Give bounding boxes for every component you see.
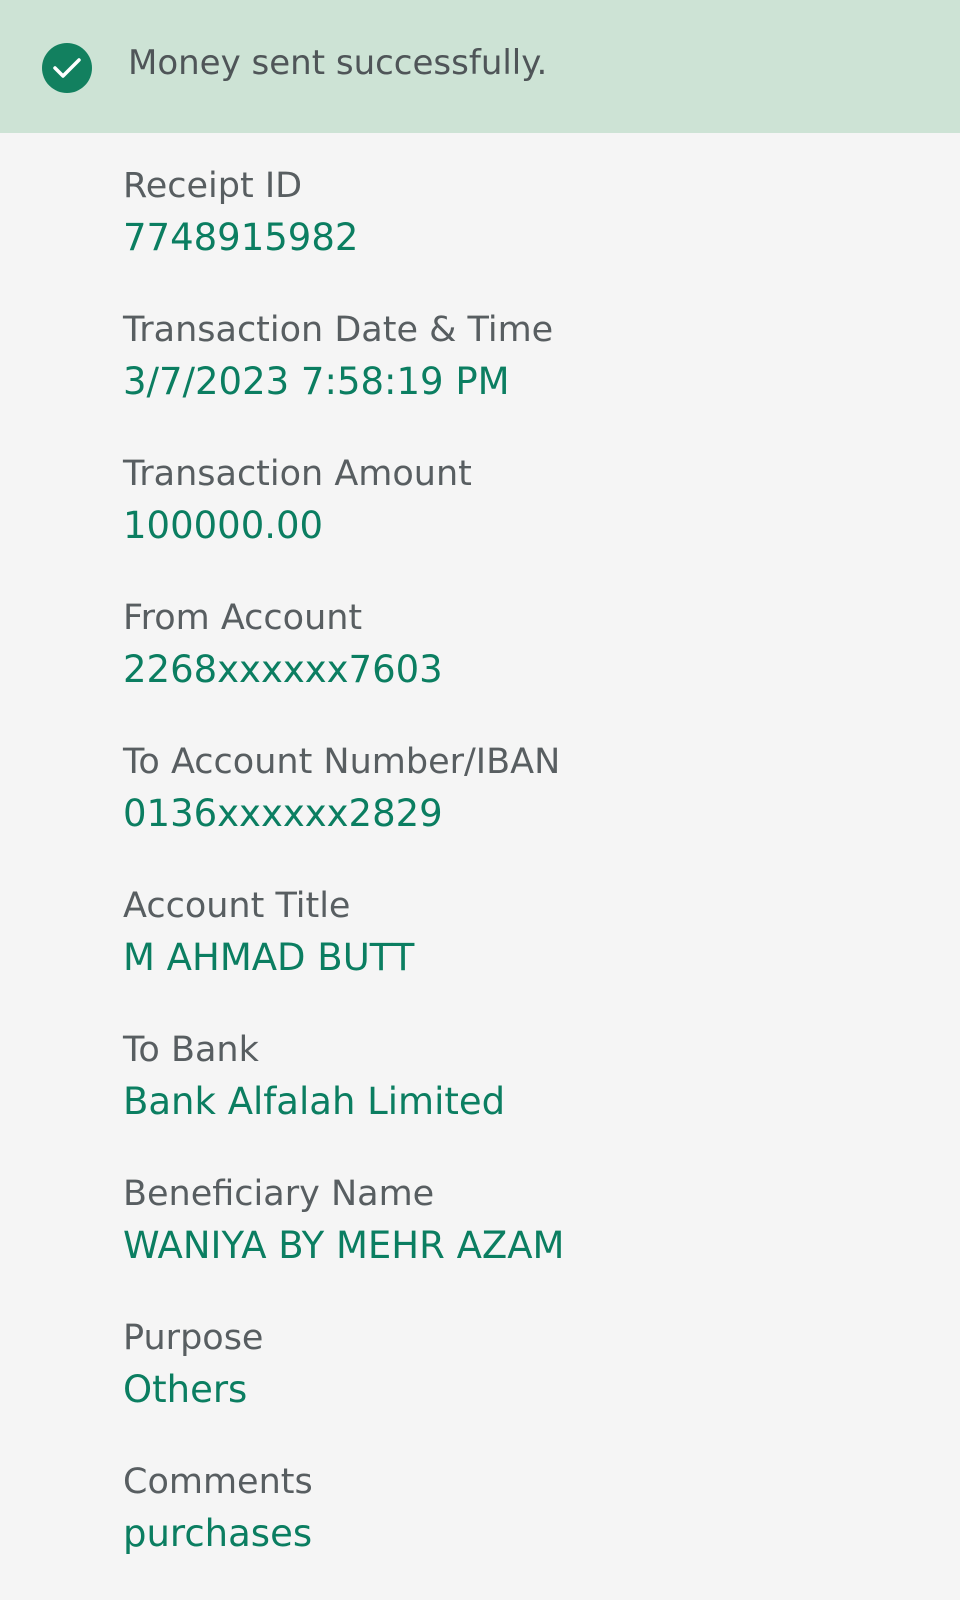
transaction-datetime-field: Transaction Date & Time 3/7/2023 7:58:19… [123, 304, 564, 448]
to-bank-field: To Bank Bank Alfalah Limited [123, 1024, 564, 1168]
purpose-field: Purpose Others [123, 1312, 564, 1456]
comments-field: Comments purchases [123, 1456, 564, 1600]
to-account-field: To Account Number/IBAN 0136xxxxxx2829 [123, 736, 564, 880]
beneficiary-name-label: Beneficiary Name [123, 1174, 435, 1214]
receipt-id-field: Receipt ID 7748915982 [123, 160, 564, 304]
transaction-datetime-label: Transaction Date & Time [123, 310, 554, 350]
comments-value: purchases [123, 1512, 313, 1555]
success-banner: Money sent successfully. [0, 0, 960, 133]
receipt-details: Receipt ID 7748915982 Transaction Date &… [123, 160, 564, 1600]
account-title-label: Account Title [123, 886, 351, 926]
from-account-value: 2268xxxxxx7603 [123, 648, 443, 691]
purpose-value: Others [123, 1368, 248, 1411]
beneficiary-name-value: WANIYA BY MEHR AZAM [123, 1224, 565, 1267]
from-account-label: From Account [123, 598, 363, 638]
account-title-value: M AHMAD BUTT [123, 936, 415, 979]
checkmark-icon [53, 58, 81, 78]
check-circle-icon [42, 43, 92, 93]
purpose-label: Purpose [123, 1318, 264, 1358]
to-bank-label: To Bank [123, 1030, 259, 1070]
beneficiary-name-field: Beneficiary Name WANIYA BY MEHR AZAM [123, 1168, 564, 1312]
to-bank-value: Bank Alfalah Limited [123, 1080, 506, 1123]
account-title-field: Account Title M AHMAD BUTT [123, 880, 564, 1024]
to-account-label: To Account Number/IBAN [123, 742, 561, 782]
transaction-datetime-value: 3/7/2023 7:58:19 PM [123, 360, 510, 403]
receipt-id-label: Receipt ID [123, 166, 303, 206]
receipt-id-value: 7748915982 [123, 216, 359, 259]
success-message: Money sent successfully. [128, 43, 548, 83]
transaction-amount-value: 100000.00 [123, 504, 324, 547]
transaction-amount-label: Transaction Amount [123, 454, 472, 494]
to-account-value: 0136xxxxxx2829 [123, 792, 443, 835]
comments-label: Comments [123, 1462, 313, 1502]
from-account-field: From Account 2268xxxxxx7603 [123, 592, 564, 736]
transaction-amount-field: Transaction Amount 100000.00 [123, 448, 564, 592]
